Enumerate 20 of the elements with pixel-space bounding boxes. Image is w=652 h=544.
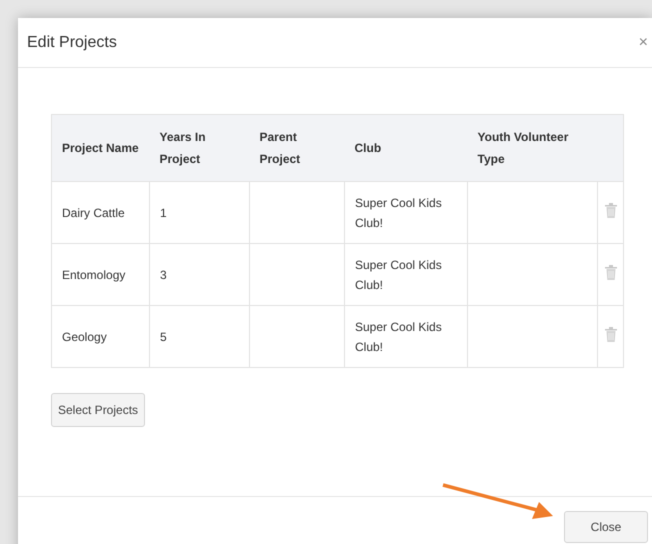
table-cell: Entomology xyxy=(52,244,150,306)
table-cell: Geology xyxy=(52,306,150,368)
table-cell: 5 xyxy=(150,306,250,368)
dialog-title: Edit Projects xyxy=(27,32,117,52)
table-cell: Dairy Cattle xyxy=(52,182,150,244)
column-header: Parent Project xyxy=(250,114,344,182)
select-projects-button[interactable]: Select Projects xyxy=(51,393,146,427)
column-header: Club xyxy=(344,114,468,182)
table-cell: 1 xyxy=(150,182,250,244)
column-header: Years In Project xyxy=(150,114,250,182)
trash-icon[interactable] xyxy=(604,326,616,342)
column-header: Youth Volunteer Type xyxy=(468,114,598,182)
table-cell: Super Cool Kids Club! xyxy=(344,244,468,306)
table-cell: Super Cool Kids Club! xyxy=(344,182,468,244)
trash-icon[interactable] xyxy=(604,264,616,280)
close-button[interactable]: Close xyxy=(564,511,648,543)
trash-icon[interactable] xyxy=(604,202,616,218)
column-header: Project Name xyxy=(52,114,150,182)
table-cell: Super Cool Kids Club! xyxy=(344,306,468,368)
table-cell: 3 xyxy=(150,244,250,306)
